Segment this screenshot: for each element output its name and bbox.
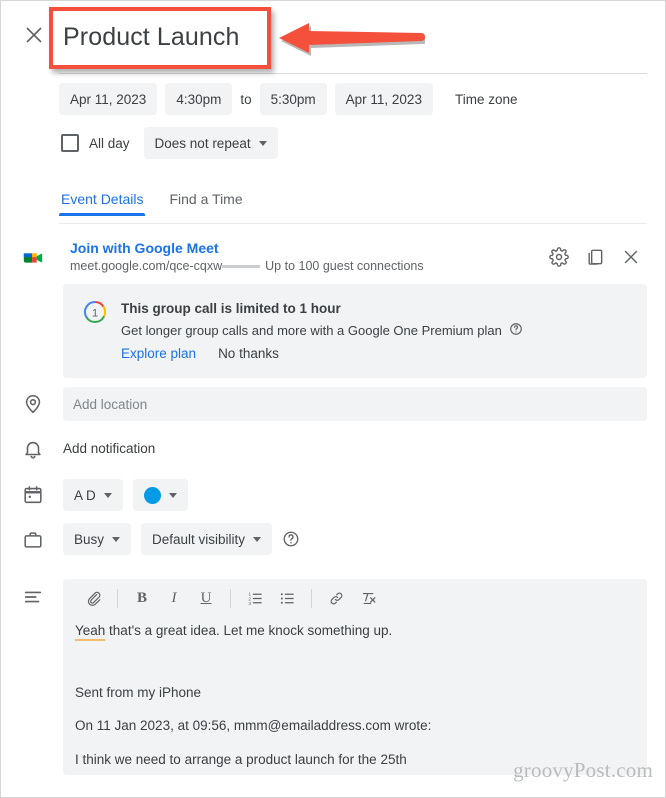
meet-actions	[549, 247, 641, 267]
start-date-chip[interactable]: Apr 11, 2023	[59, 83, 158, 115]
busy-value: Busy	[74, 531, 105, 547]
no-thanks-button[interactable]: No thanks	[218, 346, 279, 361]
misspelled-word: Yeah	[75, 623, 106, 638]
time-zone-button[interactable]: Time zone	[455, 92, 518, 107]
description-toolbar: B I U 1 2 3	[63, 579, 647, 617]
meet-url-row: meet.google.com/qce-cqxw Up to 100 guest…	[70, 259, 424, 273]
italic-icon[interactable]: I	[158, 583, 190, 613]
meet-url: meet.google.com/qce-cqxw	[70, 259, 223, 273]
description-editor: B I U 1 2 3 Yeah that's a great idea. Le…	[63, 579, 647, 775]
recurrence-dropdown[interactable]: Does not repeat	[143, 127, 278, 159]
chevron-down-icon	[258, 140, 267, 146]
bold-icon[interactable]: B	[126, 583, 158, 613]
all-day-checkbox[interactable]	[61, 134, 79, 152]
title-underline	[59, 73, 647, 74]
promo-subtitle: Get longer group calls and more with a G…	[121, 323, 502, 338]
schedule-row: Apr 11, 2023 4:30pm to 5:30pm Apr 11, 20…	[59, 83, 517, 115]
description-line-1: Yeah that's a great idea. Let me knock s…	[75, 621, 635, 641]
visibility-dropdown[interactable]: Default visibility	[141, 523, 273, 555]
tab-find-a-time[interactable]: Find a Time	[167, 191, 244, 216]
gear-icon[interactable]	[549, 247, 569, 267]
copy-icon[interactable]	[585, 247, 605, 267]
calendar-icon	[22, 484, 44, 506]
event-editor-window: Product Launch Apr 11, 2023 4:30pm to 5:…	[0, 0, 666, 798]
calendar-owner-value: A D	[74, 487, 96, 503]
chevron-down-icon	[253, 536, 262, 542]
calendar-row: A D	[63, 479, 188, 511]
tab-event-details[interactable]: Event Details	[59, 191, 146, 216]
bulleted-list-icon[interactable]	[271, 583, 303, 613]
end-time-chip[interactable]: 5:30pm	[259, 83, 327, 115]
redaction-bar	[222, 264, 261, 268]
google-meet-icon	[22, 247, 44, 269]
all-day-label: All day	[89, 135, 130, 151]
event-title-input[interactable]: Product Launch	[59, 14, 311, 60]
description-text[interactable]: Yeah that's a great idea. Let me knock s…	[71, 621, 639, 771]
toolbar-divider	[230, 588, 231, 608]
attach-icon[interactable]	[77, 583, 109, 613]
google-one-icon: 1	[83, 300, 107, 324]
availability-row: Busy Default visibility	[63, 523, 300, 555]
location-input[interactable]: Add location	[63, 387, 647, 421]
google-one-promo-banner: 1 This group call is limited to 1 hour G…	[63, 284, 647, 378]
close-icon[interactable]	[621, 247, 641, 267]
help-circle-icon[interactable]	[509, 322, 523, 339]
briefcase-icon	[22, 529, 44, 551]
calendar-owner-dropdown[interactable]: A D	[63, 479, 123, 511]
help-circle-icon[interactable]	[282, 530, 300, 548]
event-color-swatch	[143, 486, 161, 504]
editor-header: Product Launch	[1, 1, 665, 75]
description-line-2: Sent from my iPhone	[75, 684, 202, 700]
chevron-down-icon	[112, 536, 121, 542]
to-label: to	[240, 91, 252, 107]
description-lines-icon	[22, 586, 44, 608]
visibility-value: Default visibility	[152, 531, 246, 547]
svg-text:1: 1	[92, 308, 98, 320]
description-line-1-rest: that's a great idea. Let me knock someth…	[105, 623, 393, 638]
location-pin-icon	[22, 393, 44, 415]
promo-subtitle-row: Get longer group calls and more with a G…	[121, 322, 523, 339]
start-time-chip[interactable]: 4:30pm	[165, 83, 233, 115]
editor-tabs: Event Details Find a Time	[59, 191, 245, 216]
svg-text:3: 3	[248, 600, 251, 606]
underline-icon[interactable]: U	[190, 583, 222, 613]
all-day-row: All day Does not repeat	[61, 127, 278, 159]
bell-icon	[22, 438, 44, 460]
add-notification-button[interactable]: Add notification	[63, 441, 155, 456]
chevron-down-icon	[103, 492, 112, 498]
link-icon[interactable]	[320, 583, 352, 613]
promo-title: This group call is limited to 1 hour	[121, 301, 341, 316]
clear-formatting-icon[interactable]	[352, 583, 384, 613]
promo-actions: Explore plan No thanks	[121, 346, 279, 361]
numbered-list-icon[interactable]: 1 2 3	[239, 583, 271, 613]
tabs-divider	[59, 223, 647, 224]
toolbar-divider	[311, 588, 312, 608]
end-date-chip[interactable]: Apr 11, 2023	[334, 83, 433, 115]
close-icon[interactable]	[23, 24, 45, 46]
meet-guest-note: Up to 100 guest connections	[265, 259, 424, 273]
chevron-down-icon	[168, 492, 177, 498]
explore-plan-button[interactable]: Explore plan	[121, 346, 196, 361]
description-line-3: On 11 Jan 2023, at 09:56, mmm@emailaddre…	[75, 718, 432, 734]
busy-dropdown[interactable]: Busy	[63, 523, 132, 555]
join-google-meet-link[interactable]: Join with Google Meet	[70, 240, 219, 256]
event-color-dropdown[interactable]	[132, 479, 188, 511]
watermark: groovyPost.com	[513, 758, 653, 782]
recurrence-value: Does not repeat	[154, 135, 251, 151]
toolbar-divider	[117, 588, 118, 608]
